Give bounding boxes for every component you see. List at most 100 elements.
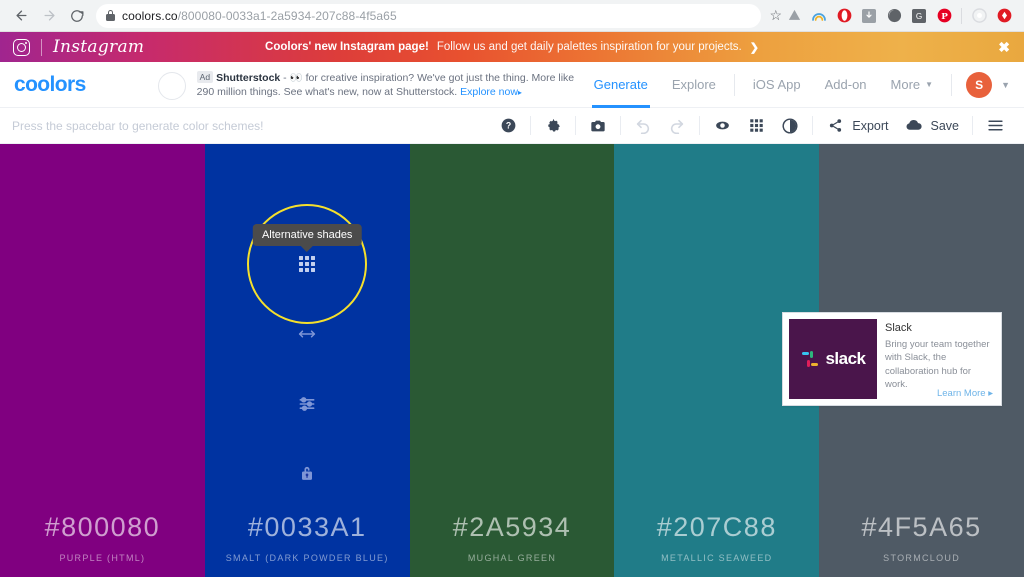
swatch-labels: #207C88 METALLIC SEAWEED [614,512,819,577]
instagram-camera-icon [13,38,30,56]
eye-icon[interactable] [705,108,739,144]
header-ad[interactable]: Ad Shutterstock - 👀 for creative inspirat… [157,69,579,100]
opera-touch-extension-icon[interactable] [996,8,1012,24]
grid-icon [299,256,316,272]
svg-text:?: ? [506,121,511,131]
hamburger-menu-icon[interactable] [978,108,1012,144]
camera-icon[interactable] [581,108,615,144]
bookmark-star-icon[interactable]: ☆ [769,7,782,24]
export-button[interactable]: Export [852,119,888,133]
ad-cta-link[interactable]: Explore now [460,86,518,98]
swatch-labels: #0033A1 SMALT (DARK POWDER BLUE) [205,512,410,577]
toolbar-divider-5 [812,116,814,135]
ad-copy: Ad Shutterstock - 👀 for creative inspirat… [196,71,579,100]
spacebar-hint: Press the spacebar to generate color sch… [12,118,264,133]
app-toolbar: Press the spacebar to generate color sch… [0,108,1024,144]
pinterest-extension-icon[interactable]: P [936,8,952,24]
instagram-logo: Instagram [0,37,144,57]
promo-headline: Coolors' new Instagram page! [265,41,429,53]
cloud-icon[interactable] [897,108,931,144]
slack-ad-card[interactable]: slack Slack Bring your team together wit… [782,312,1002,406]
slack-ad-body: Slack Bring your team together with Slac… [883,313,1001,405]
nav-item-generate[interactable]: Generate [582,62,660,108]
redo-icon[interactable] [660,108,694,144]
address-bar[interactable]: coolors.co/800080-0033a1-2a5934-207c88-4… [96,3,762,28]
chevron-down-icon: ▼ [925,80,934,89]
swatch-hex[interactable]: #2A5934 [410,512,615,543]
color-swatch-mughal-green[interactable]: #2A5934 MUGHAL GREEN [409,144,615,577]
instagram-promo-banner[interactable]: Instagram Coolors' new Instagram page! F… [0,32,1024,62]
site-header: coolors Ad Shutterstock - 👀 for creative … [0,62,1024,108]
slack-mark-icon [800,349,820,369]
nav-item-add-on[interactable]: Add-on [813,62,879,108]
ad-thumbnail [157,72,186,100]
toolbar-divider-1 [530,116,532,135]
learn-more-link[interactable]: Learn More ▸ [937,388,993,399]
extension-icons: G P [786,7,1016,24]
reload-button[interactable] [64,3,90,29]
toolbar-divider-6 [972,116,973,135]
color-swatch-purple[interactable]: #800080 PURPLE (HTML) [0,144,205,577]
swatch-labels: #2A5934 MUGHAL GREEN [410,512,615,577]
lock-color-button[interactable] [295,462,319,486]
coolors-logo[interactable]: coolors [14,73,86,97]
drive-extension-icon[interactable] [786,8,802,24]
back-button[interactable] [8,3,34,29]
swatch-labels: #800080 PURPLE (HTML) [0,512,205,577]
slack-ad-description: Bring your team together with Slack, the… [885,339,990,391]
grammarly-extension-icon[interactable]: G [911,8,927,24]
help-circle-icon[interactable]: ? [491,108,525,144]
swatch-name: METALLIC SEAWEED [661,553,773,563]
swatch-labels: #4F5A65 STORMCLOUD [819,512,1024,577]
color-swatch-smalt[interactable]: Alternative shades #0033A1 SMALT (DARK P… [204,144,410,577]
swatch-name: SMALT (DARK POWDER BLUE) [225,553,389,563]
contrast-icon[interactable] [773,108,807,144]
tooltip: Alternative shades [252,224,362,246]
save-button[interactable]: Save [931,119,960,133]
toolbar-divider-2 [575,116,577,135]
svg-text:G: G [916,11,922,20]
gear-icon[interactable] [536,108,570,144]
opera-extension-icon[interactable] [836,8,852,24]
color-palette: #800080 PURPLE (HTML) Alternative shades… [0,144,1024,577]
promo-arrow-icon: ❯ [749,41,759,54]
nav-item-more[interactable]: More ▼ [879,62,946,108]
forward-button[interactable] [36,3,62,29]
nav-divider-2 [951,73,953,96]
main-navigation: Generate Explore iOS App Add-on More ▼ S … [582,62,1010,108]
avatar-chevron-down-icon[interactable]: ▼ [1001,80,1010,90]
nav-item-explore[interactable]: Explore [660,62,728,108]
undo-icon[interactable] [626,108,660,144]
rainbow-extension-icon[interactable] [811,8,827,24]
url-path: /800080-0033a1-2a5934-207c88-4f5a65 [177,8,397,23]
drag-handle[interactable] [295,322,319,346]
swatch-hex[interactable]: #4F5A65 [819,512,1024,543]
swatch-hex[interactable]: #800080 [0,512,205,543]
toolbar-divider-3 [620,116,622,135]
profile-extension-icon[interactable] [971,8,987,24]
nav-item-ios-app[interactable]: iOS App [741,62,813,108]
toolbar-divider-4 [699,116,701,135]
swatch-hex[interactable]: #207C88 [614,512,819,543]
browser-toolbar: coolors.co/800080-0033a1-2a5934-207c88-4… [0,0,1024,32]
close-icon[interactable]: ✖ [998,39,1024,56]
avatar[interactable]: S [966,71,993,98]
swatch-name: PURPLE (HTML) [59,553,146,563]
slack-wordmark: slack [825,349,866,368]
slack-ad-title: Slack [885,322,912,334]
toolbar-actions: ? Export Save [491,108,1012,144]
url-text: coolors.co/800080-0033a1-2a5934-207c88-4… [122,9,397,23]
toolbar-divider [961,7,962,24]
lock-icon [106,10,115,21]
svg-text:P: P [941,12,948,22]
adjust-color-button[interactable] [295,392,319,416]
swatch-hex[interactable]: #0033A1 [205,512,410,543]
grid-icon[interactable] [739,108,773,144]
ghost-extension-icon[interactable] [886,8,902,24]
pocket-extension-icon[interactable] [861,8,877,24]
swatch-name: MUGHAL GREEN [467,553,557,563]
share-icon[interactable] [818,108,852,144]
browser-nav-buttons [8,3,90,29]
alternative-shades-button[interactable]: Alternative shades [247,204,368,324]
promo-message: Coolors' new Instagram page! Follow us a… [0,41,1024,54]
